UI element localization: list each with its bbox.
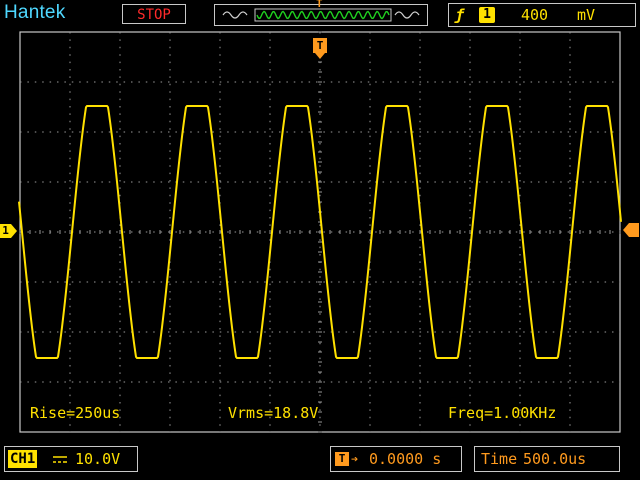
rise-time-measurement: Rise=250us bbox=[30, 404, 121, 422]
trigger-level-value: 400 bbox=[521, 6, 549, 24]
channel-1-settings[interactable]: CH1 10.0V bbox=[4, 446, 138, 472]
graticule-grid bbox=[19, 31, 621, 433]
channel-1-marker-label: 1 bbox=[2, 224, 9, 237]
vrms-measurement: Vrms=18.8V bbox=[228, 404, 319, 422]
brand-logo: Hantek bbox=[4, 2, 66, 23]
waveform-canvas bbox=[18, 31, 622, 433]
trigger-time-marker-label: T bbox=[316, 39, 324, 52]
timebase-overview[interactable]: T bbox=[214, 0, 428, 26]
run-stop-status[interactable]: STOP bbox=[122, 4, 186, 24]
timebase-readout[interactable]: Time 500.0us bbox=[474, 446, 620, 472]
arrow-right-icon: ➔ bbox=[351, 452, 359, 466]
trigger-time-marker[interactable]: T bbox=[312, 38, 328, 64]
rising-edge-icon: ƒ bbox=[455, 6, 465, 24]
trigger-level-marker[interactable] bbox=[623, 222, 640, 242]
volts-per-division: 10.0V bbox=[75, 450, 121, 468]
trigger-level-unit: mV bbox=[577, 6, 596, 24]
waveform-display[interactable] bbox=[17, 30, 623, 434]
overview-trigger-marker: T bbox=[316, 0, 323, 10]
trigger-position-value: 0.0000 s bbox=[369, 450, 442, 468]
channel-1-marker[interactable]: 1 bbox=[0, 223, 18, 243]
trigger-source-badge: 1 bbox=[479, 7, 495, 23]
time-per-division: 500.0us bbox=[523, 450, 587, 468]
trigger-position-icon: T bbox=[335, 452, 349, 466]
trigger-info-panel[interactable]: ƒ 1 400 mV bbox=[448, 3, 636, 27]
channel-label: CH1 bbox=[8, 450, 38, 468]
time-label: Time bbox=[481, 450, 518, 468]
trigger-position-readout[interactable]: T ➔ 0.0000 s bbox=[330, 446, 462, 472]
frequency-measurement: Freq=1.00KHz bbox=[448, 404, 557, 422]
dc-coupling-icon bbox=[51, 447, 69, 478]
